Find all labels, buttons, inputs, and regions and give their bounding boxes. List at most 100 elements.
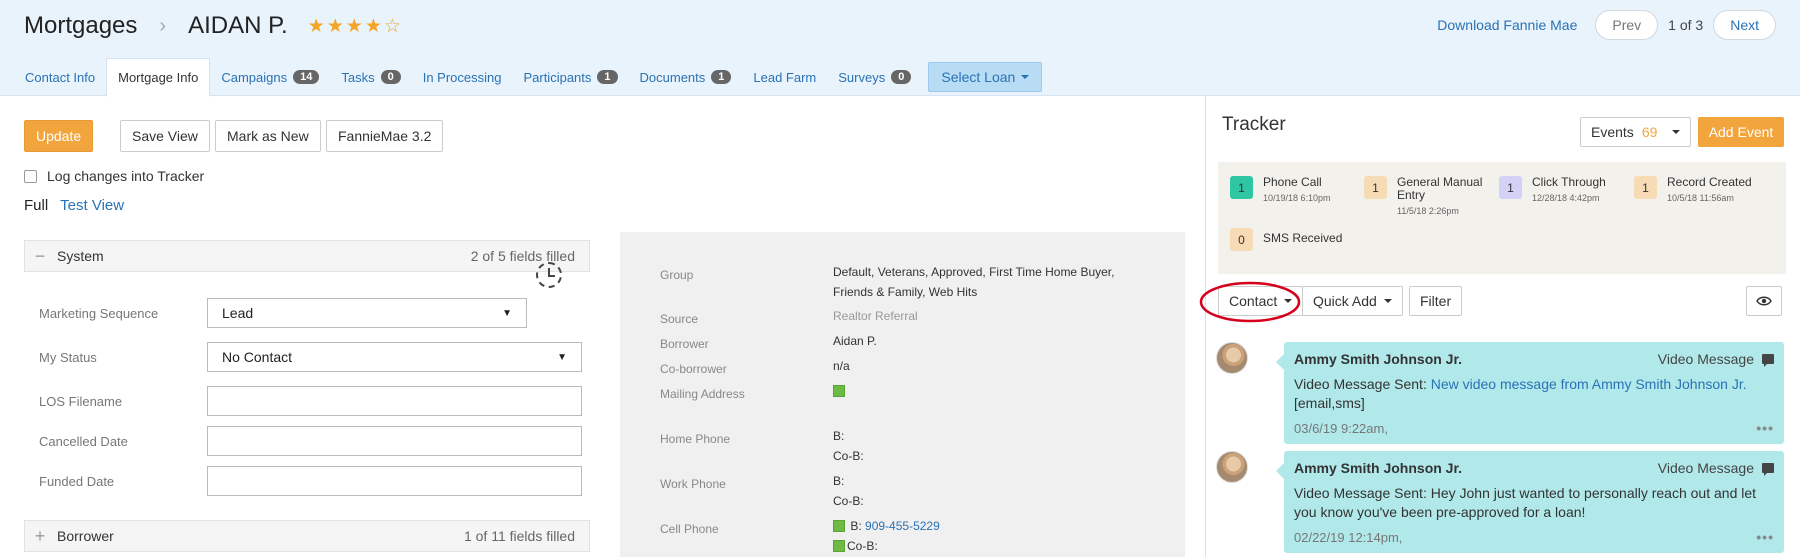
- tab-mortgage-info[interactable]: Mortgage Info: [106, 58, 211, 97]
- prev-button[interactable]: Prev: [1595, 10, 1659, 40]
- tab-label: Lead Farm: [753, 69, 817, 85]
- summary-record-created[interactable]: 1 Record Created 10/5/18 11:56am: [1634, 176, 1752, 203]
- rating-stars[interactable]: ★ ★ ★ ★ ☆: [308, 17, 401, 36]
- select-loan-dropdown[interactable]: Select Loan: [928, 62, 1043, 92]
- log-changes-checkbox[interactable]: [24, 169, 37, 183]
- sms-icon[interactable]: [833, 540, 845, 552]
- download-fannie-mae-link[interactable]: Download Fannie Mae: [1437, 17, 1577, 33]
- tab-tasks[interactable]: Tasks 0: [330, 58, 411, 96]
- module-title[interactable]: Mortgages: [24, 12, 137, 40]
- summary-click-through[interactable]: 1 Click Through 12/28/18 4:42pm: [1499, 176, 1606, 203]
- star-filled-icon[interactable]: ★: [327, 17, 344, 36]
- my-status-select[interactable]: No Contact ▼: [207, 342, 582, 372]
- more-options-icon[interactable]: •••: [1756, 420, 1774, 436]
- cell-phone-number[interactable]: 909-455-5229: [865, 519, 940, 533]
- system-section-header[interactable]: − System 2 of 5 fields filled: [24, 240, 590, 272]
- tracker-event-card[interactable]: Ammy Smith Johnson Jr. Video Message Vid…: [1276, 451, 1784, 553]
- events-label: Events: [1591, 124, 1634, 140]
- count-badge: 0: [891, 70, 912, 84]
- select-value: Lead: [222, 305, 254, 321]
- cell-phone-b: B: 909-455-5229: [833, 516, 940, 536]
- tab-participants[interactable]: Participants 1: [512, 58, 628, 96]
- cancelled-date-input[interactable]: [207, 426, 582, 456]
- count-badge: 0: [1230, 228, 1253, 251]
- funded-date-input[interactable]: [207, 466, 582, 496]
- count-badge: 1: [1364, 176, 1387, 199]
- title-row: Mortgages › AIDAN P. ★ ★ ★ ★ ☆: [24, 12, 401, 40]
- summary-phone-call[interactable]: 1 Phone Call 10/19/18 6:10pm: [1230, 176, 1331, 203]
- count-badge: 0: [380, 70, 401, 84]
- events-filter-select[interactable]: Events 69: [1580, 117, 1691, 147]
- tab-contact-info[interactable]: Contact Info: [14, 58, 106, 96]
- tab-in-processing[interactable]: In Processing: [412, 58, 513, 96]
- tab-documents[interactable]: Documents 1: [629, 58, 743, 96]
- more-options-icon[interactable]: •••: [1756, 529, 1774, 545]
- avatar[interactable]: [1216, 451, 1248, 483]
- tab-label: In Processing: [422, 69, 502, 85]
- section-title: Borrower: [57, 528, 114, 544]
- add-event-button[interactable]: Add Event: [1698, 117, 1784, 147]
- visibility-toggle-button[interactable]: [1746, 286, 1782, 316]
- comment-icon: [1762, 463, 1774, 476]
- eye-icon: [1756, 296, 1772, 306]
- tracker-event-card[interactable]: Ammy Smith Johnson Jr. Video Message Vid…: [1276, 342, 1784, 444]
- summary-general-manual-entry[interactable]: 1 General Manual Entry 11/5/18 2:26pm: [1364, 176, 1489, 216]
- expand-plus-icon[interactable]: +: [33, 526, 47, 547]
- save-view-button[interactable]: Save View: [120, 120, 210, 152]
- update-button[interactable]: Update: [24, 120, 94, 152]
- caret-down-icon: [1021, 75, 1030, 79]
- tracker-title: Tracker: [1222, 114, 1286, 135]
- los-filename-input[interactable]: [207, 386, 582, 416]
- info-label: Cell Phone: [660, 522, 719, 536]
- event-body: Video Message Sent: Hey John just wanted…: [1294, 485, 1757, 520]
- tab-surveys[interactable]: Surveys 0: [827, 58, 922, 96]
- event-author: Ammy Smith Johnson Jr.: [1294, 460, 1463, 476]
- star-filled-icon[interactable]: ★: [365, 17, 382, 36]
- summary-sms-received[interactable]: 0 SMS Received: [1230, 228, 1342, 251]
- schedule-clock-icon[interactable]: [536, 262, 562, 288]
- field-label: Cancelled Date: [39, 434, 128, 449]
- quick-add-dropdown-button[interactable]: Quick Add: [1302, 286, 1403, 316]
- mark-as-new-button[interactable]: Mark as New: [215, 120, 321, 152]
- view-full[interactable]: Full: [24, 197, 48, 214]
- borrower-section-header[interactable]: + Borrower 1 of 11 fields filled: [24, 520, 590, 552]
- log-changes-row[interactable]: Log changes into Tracker: [24, 168, 204, 184]
- events-count: 69: [1641, 124, 1658, 140]
- view-test-link[interactable]: Test View: [60, 197, 124, 214]
- log-changes-label: Log changes into Tracker: [47, 168, 205, 184]
- avatar[interactable]: [1216, 342, 1248, 374]
- star-empty-icon[interactable]: ☆: [384, 17, 401, 36]
- group-value[interactable]: Friends & Family, Web Hits: [833, 282, 977, 302]
- star-filled-icon[interactable]: ★: [346, 17, 363, 36]
- count-badge: 1: [1634, 176, 1657, 199]
- fanniemae-button[interactable]: FannieMae 3.2: [326, 120, 444, 152]
- field-label: LOS Filename: [39, 394, 123, 409]
- filter-button[interactable]: Filter: [1409, 286, 1463, 316]
- event-timestamp: 03/6/19 9:22am,: [1294, 420, 1388, 436]
- summary-title: SMS Received: [1263, 231, 1343, 245]
- info-label: Co-borrower: [660, 362, 727, 376]
- marketing-sequence-select[interactable]: Lead ▼: [207, 298, 527, 328]
- next-button[interactable]: Next: [1713, 10, 1776, 40]
- source-value: Realtor Referral: [833, 309, 918, 323]
- map-marker-icon[interactable]: [833, 385, 845, 397]
- sms-icon[interactable]: [833, 520, 845, 532]
- field-label: My Status: [39, 350, 97, 365]
- count-badge: 1: [597, 70, 618, 84]
- event-body: Video Message Sent: New video message fr…: [1294, 375, 1774, 413]
- tab-campaigns[interactable]: Campaigns 14: [210, 58, 330, 96]
- video-message-link[interactable]: New video message from Ammy Smith Johnso…: [1431, 376, 1747, 392]
- dropdown-arrow-icon: ▼: [502, 307, 512, 319]
- info-label: Mailing Address: [660, 387, 745, 401]
- event-body-channels: [email,sms]: [1294, 395, 1365, 411]
- group-value[interactable]: Default, Veterans, Approved, First Time …: [833, 262, 1114, 282]
- mailing-address-value: [833, 381, 847, 401]
- tab-label: Tasks: [341, 69, 375, 85]
- summary-date: 12/28/18 4:42pm: [1532, 193, 1600, 203]
- event-timestamp: 02/22/19 12:14pm,: [1294, 529, 1403, 545]
- borrower-value[interactable]: Aidan P.: [833, 331, 877, 351]
- tab-lead-farm[interactable]: Lead Farm: [742, 58, 827, 96]
- star-filled-icon[interactable]: ★: [308, 17, 325, 36]
- collapse-minus-icon[interactable]: −: [33, 246, 47, 267]
- tracker-pane: Tracker Events 69 Add Event 1 Phone Call…: [1199, 96, 1800, 557]
